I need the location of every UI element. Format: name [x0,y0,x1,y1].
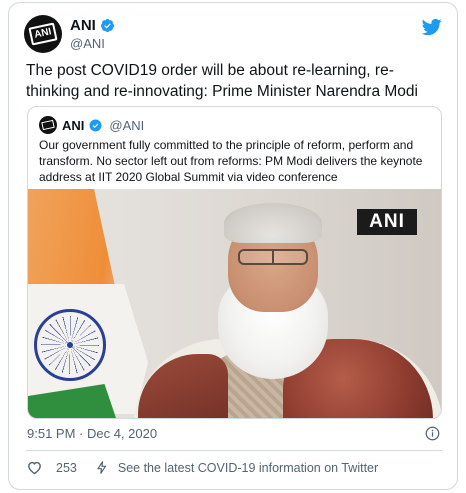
quoted-media-image[interactable]: ANI [28,189,441,418]
like-count[interactable]: 253 [56,461,77,475]
quoted-author-avatar [39,116,57,134]
author-avatar[interactable]: ANI [24,15,62,53]
lightning-bolt-icon [97,461,106,474]
quoted-display-name: ANI [62,117,85,133]
tweet-timestamp[interactable]: 9:51 PM · Dec 4, 2020 [27,426,157,441]
person-glasses [238,249,308,265]
ani-watermark: ANI [357,209,417,235]
verified-badge-icon [100,18,114,33]
ani-logo: ANI [28,22,58,46]
tweet-text: The post COVID19 order will be about re-… [26,62,418,100]
ashoka-chakra-icon [34,309,106,381]
covid-info-link[interactable]: See the latest COVID-19 information on T… [118,461,378,475]
author-display-name[interactable]: ANI [70,17,96,34]
person-hair [224,203,322,243]
quoted-header: ANI @ANI [39,116,144,134]
author-handle[interactable]: @ANI [70,36,105,51]
quoted-verified-badge-icon [89,119,102,131]
quoted-text: Our government fully committed to the pr… [39,138,423,184]
action-bar: 253 See the latest COVID-19 information … [26,459,378,476]
info-icon[interactable] [425,426,440,441]
author-name-row: ANI [70,17,115,34]
twitter-bird-icon[interactable] [421,17,443,37]
divider [26,450,442,451]
tweet-card: ANI ANI @ANI The post COVID19 order will… [8,2,458,490]
like-heart-icon[interactable] [26,459,43,476]
quoted-handle: @ANI [109,117,145,133]
quoted-tweet[interactable]: ANI @ANI Our government fully committed … [27,106,442,419]
